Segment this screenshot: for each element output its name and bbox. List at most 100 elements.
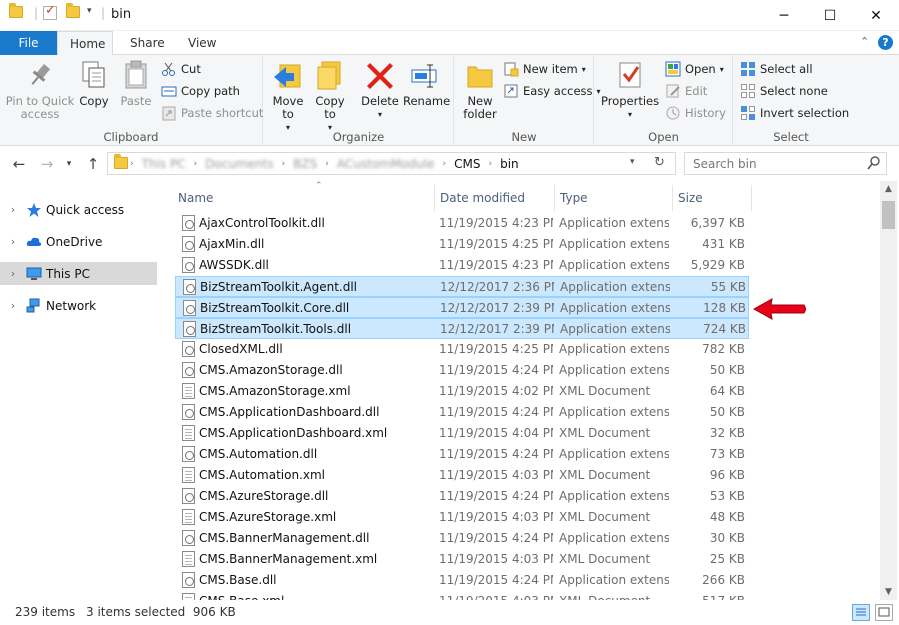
- copy-to-button[interactable]: Copy to ▾: [311, 59, 349, 134]
- delete-button[interactable]: Delete ▾: [360, 59, 400, 121]
- nav-item-quick-access[interactable]: › Quick access: [0, 198, 157, 221]
- file-row[interactable]: CMS.ApplicationDashboard.xml 11/19/2015 4…: [175, 423, 749, 444]
- file-row[interactable]: CMS.AzureStorage.xml 11/19/2015 4:03 PM XM…: [175, 507, 749, 528]
- chevron-down-icon: ▾: [581, 64, 586, 74]
- chevron-right-icon[interactable]: ›: [0, 267, 20, 280]
- column-header-name[interactable]: Name ⌃: [173, 181, 435, 211]
- history-button[interactable]: History: [665, 103, 726, 123]
- chevron-right-icon[interactable]: ›: [0, 299, 20, 312]
- file-row[interactable]: CMS.AzureStorage.dll 11/19/2015 4:24 PM Ap…: [175, 486, 749, 507]
- file-row[interactable]: BizStreamToolkit.Tools.dll 12/12/2017 2:3…: [175, 318, 749, 339]
- new-folder-quick-icon[interactable]: [66, 3, 80, 18]
- search-input[interactable]: Search bin: [684, 152, 887, 175]
- up-arrow-icon[interactable]: ↑: [82, 153, 104, 175]
- cut-button[interactable]: Cut: [161, 59, 201, 79]
- file-row[interactable]: CMS.AmazonStorage.xml 11/19/2015 4:02 PM X…: [175, 381, 749, 402]
- breadcrumb-bin[interactable]: bin: [500, 157, 519, 171]
- ribbon-tabs: File Home Share View ⌃: [0, 31, 899, 56]
- file-row[interactable]: AWSSDK.dll 11/19/2015 4:23 PM Application …: [175, 255, 749, 276]
- file-date-modified: 11/19/2015 4:02 PM: [439, 384, 553, 398]
- computer-icon: [26, 266, 42, 282]
- chevron-right-icon[interactable]: ›: [0, 235, 20, 248]
- invert-selection-button[interactable]: Invert selection: [740, 103, 849, 123]
- file-name: BizStreamToolkit.Agent.dll: [200, 280, 358, 294]
- select-all-button[interactable]: Select all: [740, 59, 813, 79]
- close-button[interactable]: ✕: [853, 0, 899, 31]
- properties-button[interactable]: Properties ▾: [601, 59, 659, 121]
- file-row[interactable]: CMS.Automation.xml 11/19/2015 4:03 PM XML …: [175, 465, 749, 486]
- column-header-size[interactable]: Size: [673, 185, 752, 211]
- tab-share[interactable]: Share: [118, 31, 177, 55]
- nav-label: OneDrive: [46, 234, 103, 249]
- details-view-icon[interactable]: [852, 604, 870, 621]
- tab-view[interactable]: View: [176, 31, 228, 55]
- scrollbar-thumb[interactable]: [882, 201, 895, 229]
- rename-label: Rename: [403, 94, 451, 108]
- file-row[interactable]: CMS.BannerManagement.xml 11/19/2015 4:03 …: [175, 549, 749, 570]
- file-row[interactable]: ClosedXML.dll 11/19/2015 4:25 PM Applicati…: [175, 339, 749, 360]
- address-bar[interactable]: › This PC › Documents › BZS › ACustomMod…: [107, 152, 676, 175]
- file-row[interactable]: CMS.Automation.dll 11/19/2015 4:24 PM Appl…: [175, 444, 749, 465]
- address-dropdown-icon[interactable]: ▾: [630, 157, 635, 167]
- forward-arrow-icon[interactable]: →: [36, 153, 58, 175]
- tab-file[interactable]: File: [0, 31, 57, 55]
- column-header-type[interactable]: Type: [555, 185, 673, 211]
- nav-item-this-pc[interactable]: › This PC: [0, 262, 157, 285]
- file-row[interactable]: CMS.ApplicationDashboard.dll 11/19/2015 4…: [175, 402, 749, 423]
- select-all-icon: [740, 61, 756, 77]
- breadcrumb-bzs[interactable]: BZS: [293, 157, 317, 171]
- tab-home[interactable]: Home: [57, 31, 113, 56]
- file-row[interactable]: BizStreamToolkit.Core.dll 12/12/2017 2:39…: [175, 297, 749, 318]
- file-date-modified: 11/19/2015 4:04 PM: [439, 426, 553, 440]
- rename-button[interactable]: Rename: [403, 59, 451, 108]
- file-row[interactable]: BizStreamToolkit.Agent.dll 12/12/2017 2:3…: [175, 276, 749, 297]
- collapse-ribbon-icon[interactable]: ⌃: [860, 35, 869, 48]
- customize-toolbar-icon[interactable]: ▾: [87, 6, 92, 16]
- open-group: Properties ▾ Open ▾ Edit History Open: [595, 55, 733, 146]
- file-row[interactable]: CMS.AmazonStorage.dll 11/19/2015 4:24 PM A…: [175, 360, 749, 381]
- edit-button[interactable]: Edit: [665, 81, 707, 101]
- breadcrumb-documents[interactable]: Documents: [205, 157, 273, 171]
- open-button[interactable]: Open ▾: [665, 59, 724, 79]
- paste-shortcut-button[interactable]: Paste shortcut: [161, 103, 263, 123]
- chevron-right-icon[interactable]: ›: [0, 203, 20, 216]
- new-item-label: New item: [523, 62, 578, 76]
- nav-item-onedrive[interactable]: › OneDrive: [0, 230, 157, 253]
- invert-selection-icon: [740, 105, 756, 121]
- breadcrumb-this-pc[interactable]: This PC: [142, 157, 186, 171]
- breadcrumb-acustommodule[interactable]: ACustomModule: [337, 157, 435, 171]
- copy-path-button[interactable]: Copy path: [161, 81, 240, 101]
- file-row[interactable]: AjaxMin.dll 11/19/2015 4:25 PM Application…: [175, 234, 749, 255]
- nav-item-network[interactable]: › Network: [0, 294, 157, 317]
- select-none-button[interactable]: Select none: [740, 81, 828, 101]
- window-title: bin: [111, 7, 132, 22]
- star-icon: [26, 202, 42, 218]
- help-icon[interactable]: ?: [878, 35, 893, 50]
- file-row[interactable]: CMS.Base.dll 11/19/2015 4:24 PM Applicatio…: [175, 570, 749, 591]
- nav-label: Quick access: [46, 202, 125, 217]
- refresh-icon[interactable]: ↻: [654, 155, 665, 170]
- new-folder-button[interactable]: New folder: [460, 59, 500, 121]
- easy-access-button[interactable]: Easy access ▾: [503, 81, 601, 101]
- back-arrow-icon[interactable]: ←: [8, 153, 30, 175]
- recent-locations-icon[interactable]: ▾: [58, 153, 80, 175]
- move-to-button[interactable]: Move to ▾: [269, 59, 307, 134]
- properties-quick-icon[interactable]: [43, 3, 57, 20]
- search-placeholder: Search bin: [693, 157, 757, 171]
- scroll-up-icon[interactable]: ▲: [880, 181, 897, 197]
- file-type: Application extens...: [559, 342, 669, 356]
- pin-to-quick-access-button[interactable]: Pin to Quick access: [4, 59, 76, 121]
- paste-button[interactable]: Paste: [116, 59, 156, 108]
- maximize-button[interactable]: ☐: [807, 0, 853, 31]
- minimize-button[interactable]: ─: [761, 0, 807, 31]
- vertical-scrollbar[interactable]: ▲ ▼: [880, 181, 897, 600]
- breadcrumb-cms[interactable]: CMS: [454, 157, 480, 171]
- scroll-down-icon[interactable]: ▼: [880, 584, 897, 600]
- file-row[interactable]: CMS.BannerManagement.dll 11/19/2015 4:24 …: [175, 528, 749, 549]
- select-group: Select all Select none Invert selection …: [734, 55, 849, 146]
- copy-button[interactable]: Copy: [76, 59, 112, 108]
- column-header-date[interactable]: Date modified: [435, 185, 555, 211]
- file-row[interactable]: AjaxControlToolkit.dll 11/19/2015 4:23 PM…: [175, 213, 749, 234]
- large-icons-view-icon[interactable]: [875, 604, 893, 621]
- new-item-button[interactable]: New item ▾: [503, 59, 586, 79]
